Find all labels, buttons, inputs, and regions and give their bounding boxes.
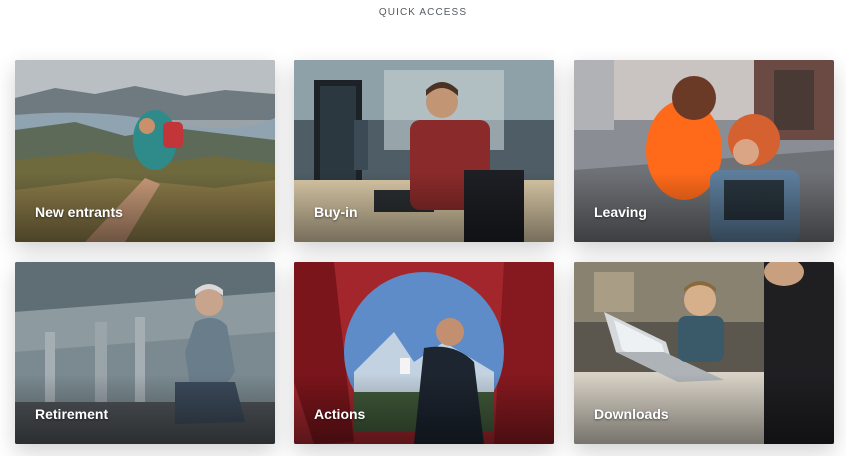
card-label: Leaving [594,204,647,220]
card-new-entrants[interactable]: New entrants [15,60,275,242]
card-label: Buy-in [314,204,358,220]
card-retirement[interactable]: Retirement [15,262,275,444]
card-actions[interactable]: Actions [294,262,554,444]
card-downloads[interactable]: Downloads [574,262,834,444]
card-leaving[interactable]: Leaving [574,60,834,242]
section-heading: QUICK ACCESS [378,7,468,18]
card-label: Downloads [594,406,669,422]
card-label: New entrants [35,204,123,220]
card-label: Retirement [35,406,109,422]
card-buy-in[interactable]: Buy-in [294,60,554,242]
card-label: Actions [314,406,366,422]
